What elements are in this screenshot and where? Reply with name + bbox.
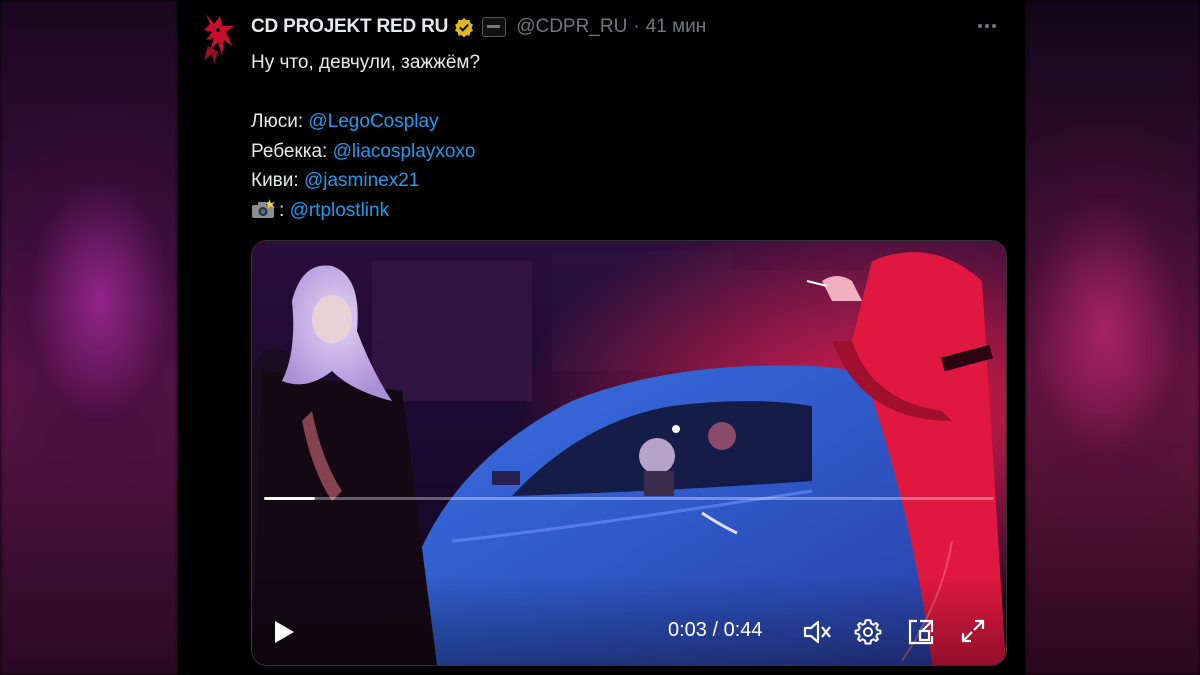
credit-line: : @rtplostlink xyxy=(251,196,480,226)
mention-link[interactable]: @rtplostlink xyxy=(290,200,390,221)
credit-label: Люси: xyxy=(251,111,309,132)
affiliate-badge-icon[interactable] xyxy=(482,17,507,37)
separator-dot: · xyxy=(633,16,640,37)
fullscreen-icon[interactable] xyxy=(960,618,986,644)
author-name[interactable]: CD PROJEKT RED RU xyxy=(251,16,448,38)
author-handle[interactable]: @CDPR_RU xyxy=(516,16,627,38)
credit-line: Люси: @LegoCosplay xyxy=(251,107,480,137)
dot-icon xyxy=(978,24,982,28)
video-player[interactable]: 0:03 / 0:44 xyxy=(251,240,1007,666)
tweet-line: Ну что, девчули, зажжём? xyxy=(251,52,481,73)
play-icon[interactable] xyxy=(272,619,296,645)
background-blur-left xyxy=(0,0,178,675)
background-blur-right xyxy=(1025,0,1200,675)
video-progress-fill xyxy=(264,497,316,500)
credit-line: Ребекка: @liacosplayxoxo xyxy=(251,137,480,167)
tweet-text: Ну что, девчули, зажжём? Люси: @LegoCosp… xyxy=(251,48,480,225)
tweet-card[interactable]: CD PROJEKT RED RU @CDPR_RU · 41 мин Ну ч… xyxy=(178,0,1025,675)
video-timecode: 0:03 / 0:44 xyxy=(668,619,763,641)
mention-link[interactable]: @liacosplayxoxo xyxy=(333,141,476,162)
tweet-time[interactable]: 41 мин xyxy=(646,16,707,38)
tweet-header: CD PROJEKT RED RU @CDPR_RU · 41 мин xyxy=(251,14,706,40)
cdpr-logo-avatar[interactable] xyxy=(192,10,236,68)
settings-gear-icon[interactable] xyxy=(854,618,882,646)
camera-flash-icon xyxy=(252,198,275,218)
verified-badge-icon[interactable] xyxy=(454,17,474,37)
video-progress-bar[interactable] xyxy=(264,497,994,500)
credit-label: Киви: xyxy=(251,170,304,191)
mention-link[interactable]: @jasminex21 xyxy=(304,170,419,191)
credit-label: Ребекка: xyxy=(251,140,333,162)
credit-label: : xyxy=(279,199,290,221)
mention-link[interactable]: @LegoCosplay xyxy=(308,111,438,132)
dot-icon xyxy=(985,24,989,28)
controls-overlay xyxy=(252,575,1006,665)
dot-icon xyxy=(992,24,996,28)
credit-line: Киви: @jasminex21 xyxy=(251,166,480,196)
picture-in-picture-icon[interactable] xyxy=(907,618,935,646)
volume-muted-icon[interactable] xyxy=(802,618,832,646)
more-options-button[interactable] xyxy=(973,14,1001,38)
